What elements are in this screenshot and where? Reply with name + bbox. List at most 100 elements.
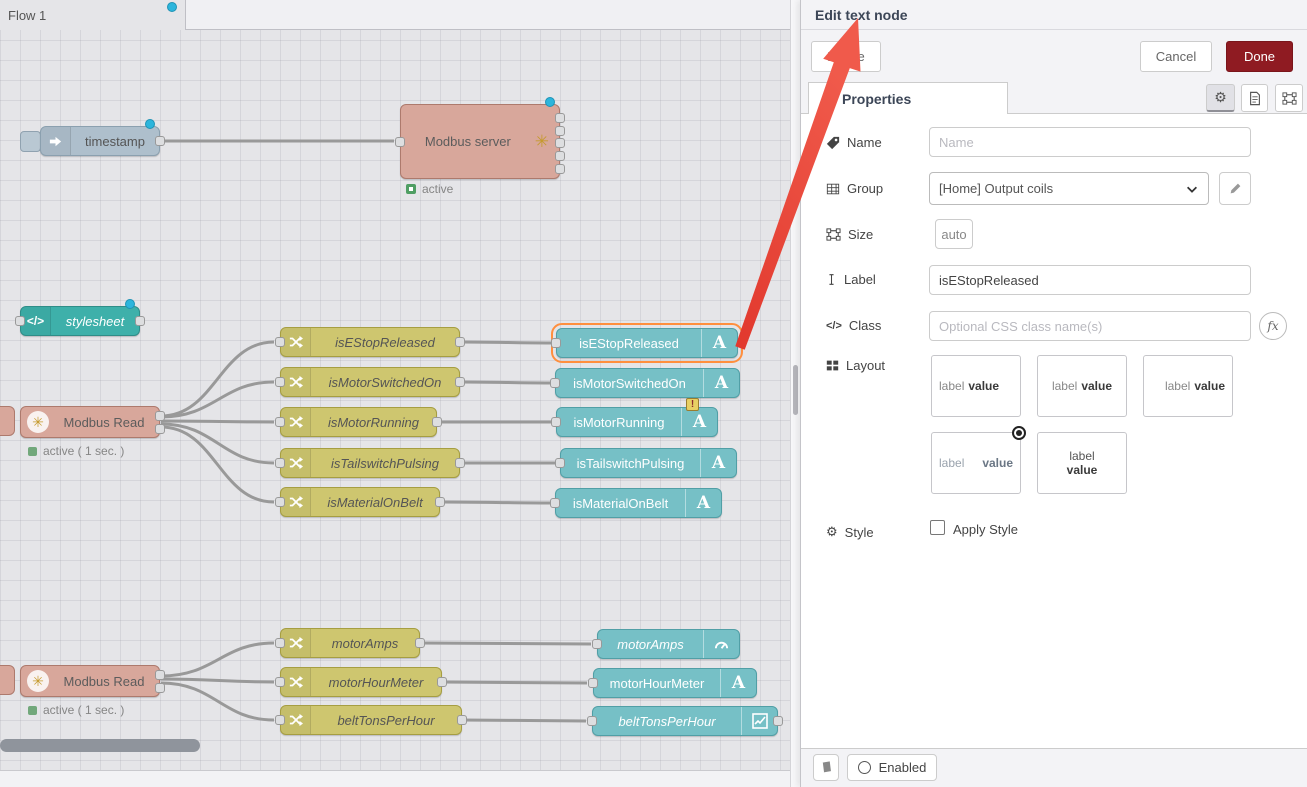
output-port[interactable] bbox=[455, 337, 465, 347]
output-port[interactable] bbox=[455, 377, 465, 387]
output-port[interactable] bbox=[555, 126, 565, 136]
fx-badge[interactable]: fx bbox=[1259, 312, 1287, 340]
node-appearance-button[interactable] bbox=[1275, 84, 1303, 112]
output-port[interactable] bbox=[155, 670, 165, 680]
input-port[interactable] bbox=[551, 417, 561, 427]
change-node[interactable]: isEStopReleased bbox=[280, 327, 460, 357]
class-input[interactable] bbox=[929, 311, 1251, 341]
input-port[interactable] bbox=[275, 417, 285, 427]
layout-selected-radio[interactable] bbox=[1012, 426, 1026, 440]
change-node[interactable]: motorHourMeter bbox=[280, 667, 442, 697]
wire[interactable] bbox=[161, 683, 274, 720]
input-port[interactable] bbox=[275, 677, 285, 687]
partial-node[interactable] bbox=[0, 665, 15, 695]
flow-canvas[interactable]: timestamp Modbus server ✳ active </> sty… bbox=[0, 0, 790, 787]
output-port[interactable] bbox=[155, 683, 165, 693]
enabled-toggle-button[interactable]: Enabled bbox=[847, 754, 937, 781]
layout-option-stacked[interactable]: labelvalue bbox=[1037, 432, 1127, 494]
layout-option-right[interactable]: labelvalue bbox=[1143, 355, 1233, 417]
output-port[interactable] bbox=[432, 417, 442, 427]
node-settings-button[interactable]: ⚙ bbox=[1206, 84, 1235, 112]
wire[interactable] bbox=[161, 427, 274, 502]
layout-option-center[interactable]: labelvalue bbox=[1037, 355, 1127, 417]
wire[interactable] bbox=[441, 502, 550, 503]
input-port[interactable] bbox=[275, 377, 285, 387]
modbus-server-node[interactable]: Modbus server ✳ bbox=[400, 104, 560, 179]
done-button[interactable]: Done bbox=[1226, 41, 1293, 72]
modbus-read-node[interactable]: ✳ Modbus Read bbox=[20, 406, 160, 438]
change-node[interactable]: isMotorSwitchedOn bbox=[280, 367, 460, 397]
input-port[interactable] bbox=[550, 378, 560, 388]
node-description-button[interactable] bbox=[1241, 84, 1268, 112]
wire[interactable] bbox=[461, 720, 586, 721]
delete-button[interactable]: Delete bbox=[811, 41, 881, 72]
modbus-read-node[interactable]: ✳ Modbus Read bbox=[20, 665, 160, 697]
wire[interactable] bbox=[161, 421, 274, 422]
docs-button[interactable] bbox=[813, 754, 839, 781]
input-port[interactable] bbox=[275, 458, 285, 468]
change-node[interactable]: motorAmps bbox=[280, 628, 420, 658]
output-port[interactable] bbox=[155, 424, 165, 434]
label-input[interactable] bbox=[929, 265, 1251, 295]
text-node[interactable]: isMaterialOnBelt A bbox=[555, 488, 722, 518]
output-port[interactable] bbox=[555, 164, 565, 174]
tab-flow-1[interactable]: Flow 1 bbox=[0, 0, 186, 30]
wire[interactable] bbox=[161, 643, 274, 676]
edit-group-button[interactable] bbox=[1219, 172, 1251, 205]
change-node[interactable]: isTailswitchPulsing bbox=[280, 448, 460, 478]
output-port[interactable] bbox=[437, 677, 447, 687]
input-port[interactable] bbox=[275, 337, 285, 347]
input-port[interactable] bbox=[275, 715, 285, 725]
text-node[interactable]: isTailswitchPulsing A bbox=[560, 448, 737, 478]
output-port[interactable] bbox=[555, 138, 565, 148]
input-port[interactable] bbox=[587, 716, 597, 726]
input-port[interactable] bbox=[592, 639, 602, 649]
output-port[interactable] bbox=[155, 136, 165, 146]
output-port[interactable] bbox=[455, 458, 465, 468]
output-port[interactable] bbox=[415, 638, 425, 648]
input-port[interactable] bbox=[588, 678, 598, 688]
wire[interactable] bbox=[461, 342, 551, 343]
tab-properties[interactable]: Properties bbox=[808, 82, 1008, 114]
inject-button[interactable] bbox=[20, 131, 41, 152]
horizontal-scrollbar[interactable] bbox=[0, 739, 200, 752]
change-node[interactable]: beltTonsPerHour bbox=[280, 705, 462, 735]
wire[interactable] bbox=[461, 382, 550, 383]
wire[interactable] bbox=[419, 643, 591, 644]
partial-node[interactable] bbox=[0, 406, 15, 436]
vertical-scrollbar[interactable] bbox=[793, 365, 798, 415]
input-port[interactable] bbox=[550, 498, 560, 508]
output-port[interactable] bbox=[155, 411, 165, 421]
text-node[interactable]: isMotorSwitchedOn A bbox=[555, 368, 740, 398]
output-port[interactable] bbox=[135, 316, 145, 326]
text-node[interactable]: motorHourMeter A bbox=[593, 668, 757, 698]
output-port[interactable] bbox=[457, 715, 467, 725]
chart-node[interactable]: beltTonsPerHour bbox=[592, 706, 778, 736]
output-port[interactable] bbox=[555, 113, 565, 123]
input-port[interactable] bbox=[15, 316, 25, 326]
cancel-button[interactable]: Cancel bbox=[1140, 41, 1212, 72]
inject-node-timestamp[interactable]: timestamp bbox=[40, 126, 160, 156]
gauge-node[interactable]: motorAmps bbox=[597, 629, 740, 659]
output-port[interactable] bbox=[555, 151, 565, 161]
group-select[interactable]: [Home] Output coils bbox=[929, 172, 1209, 205]
apply-style-checkbox[interactable] bbox=[930, 520, 945, 535]
change-node[interactable]: isMaterialOnBelt bbox=[280, 487, 440, 517]
input-port[interactable] bbox=[275, 638, 285, 648]
layout-option-spread[interactable]: labelvalue bbox=[931, 432, 1021, 494]
output-port[interactable] bbox=[435, 497, 445, 507]
text-node-selected[interactable]: isEStopReleased A bbox=[556, 328, 738, 358]
input-port[interactable] bbox=[551, 338, 561, 348]
layout-option-left[interactable]: labelvalue bbox=[931, 355, 1021, 417]
output-port[interactable] bbox=[773, 716, 783, 726]
wire[interactable] bbox=[161, 342, 274, 416]
wire[interactable] bbox=[161, 679, 274, 682]
wire[interactable] bbox=[441, 682, 587, 683]
text-node[interactable]: ! isMotorRunning A bbox=[556, 407, 718, 437]
name-input[interactable] bbox=[929, 127, 1251, 157]
input-port[interactable] bbox=[275, 497, 285, 507]
input-port[interactable] bbox=[555, 458, 565, 468]
change-node[interactable]: isMotorRunning bbox=[280, 407, 437, 437]
size-auto-button[interactable]: auto bbox=[935, 219, 973, 249]
input-port[interactable] bbox=[395, 137, 405, 147]
